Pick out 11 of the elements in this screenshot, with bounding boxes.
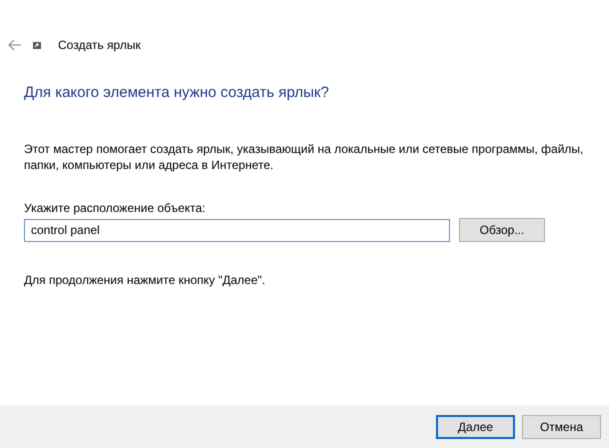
- location-field[interactable]: control panel: [24, 218, 450, 242]
- shortcut-icon: [32, 40, 42, 50]
- back-icon[interactable]: [8, 39, 22, 51]
- window-title: Создать ярлык: [58, 38, 141, 52]
- dialog-button[interactable]: Отмена: [522, 414, 601, 438]
- field-label: Укажите расположение объекта:: [24, 201, 206, 215]
- dialog-button[interactable]: Далее: [436, 414, 515, 438]
- description-text: Этот мастер помогает создать ярлык, указывающий на локальные или сетевые программы, файлы, папки, компьютеры или адреса в Интернете.: [24, 141, 584, 173]
- browse-button[interactable]: Обзор...: [459, 218, 545, 242]
- wizard-heading: Для какого элемента нужно создать ярлык?: [24, 84, 330, 101]
- hint-text: Для продолжения нажмите кнопку "Далее".: [24, 273, 266, 287]
